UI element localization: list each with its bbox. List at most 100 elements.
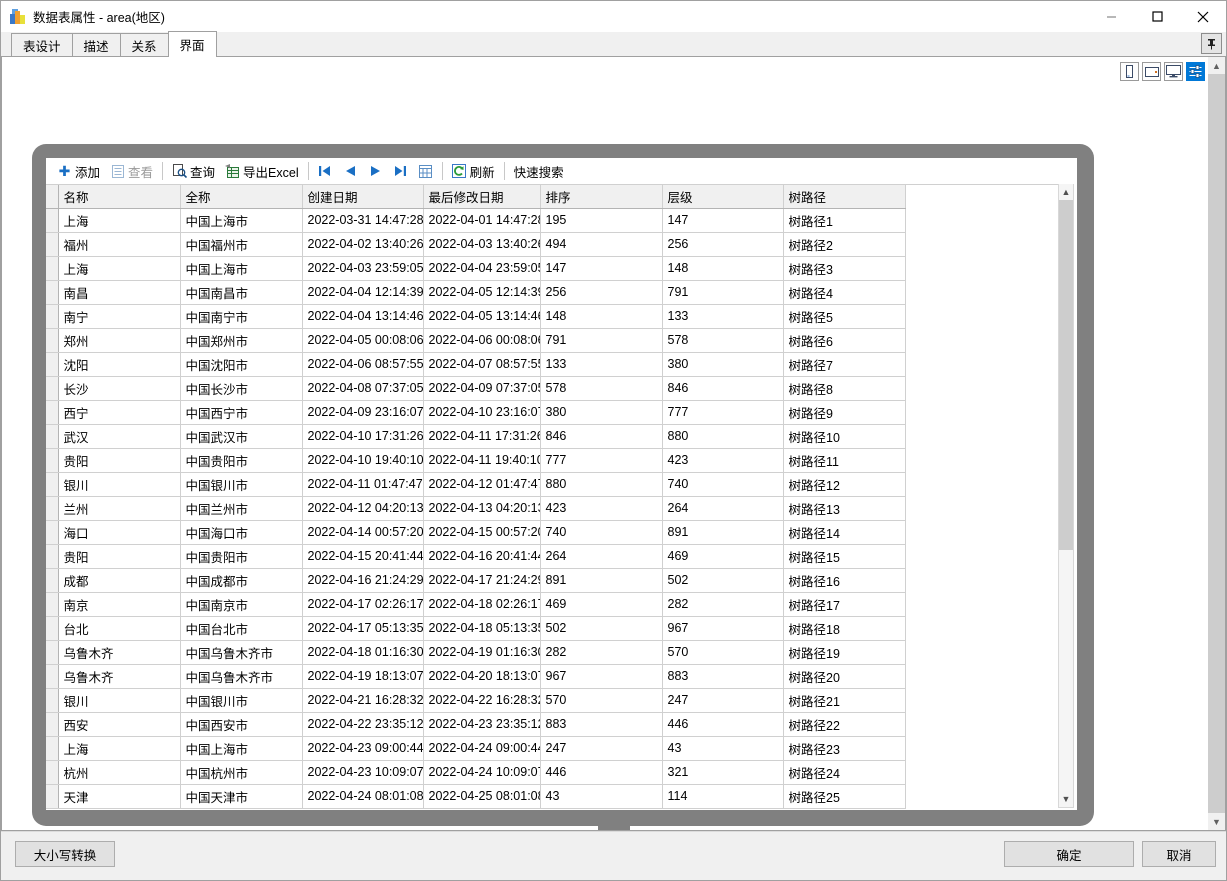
table-cell[interactable]: 中国海口市 [180, 520, 303, 545]
table-cell[interactable]: 502 [662, 568, 784, 593]
table-cell[interactable]: 282 [662, 592, 784, 617]
scroll-up-icon[interactable]: ▲ [1208, 57, 1225, 74]
table-cell[interactable]: 147 [662, 208, 784, 233]
table-cell[interactable]: 264 [662, 496, 784, 521]
table-cell[interactable]: 南宁 [58, 304, 181, 329]
table-cell[interactable]: 256 [662, 232, 784, 257]
table-cell[interactable]: 2022-04-01 14:47:28 [423, 208, 541, 233]
table-cell[interactable]: 740 [540, 520, 663, 545]
row-selector-cell[interactable] [46, 592, 59, 617]
table-cell[interactable]: 195 [540, 208, 663, 233]
table-cell[interactable]: 中国西宁市 [180, 400, 303, 425]
tablet-view-button[interactable] [1142, 62, 1161, 81]
table-row[interactable]: 上海 中国上海市 2022-04-23 09:00:44 2022-04-24 09:… [46, 736, 906, 761]
cancel-button[interactable]: 取消 [1142, 841, 1216, 867]
row-selector-cell[interactable] [46, 472, 59, 497]
table-cell[interactable]: 2022-04-16 20:41:44 [423, 544, 541, 569]
table-cell[interactable]: 中国南昌市 [180, 280, 303, 305]
table-cell[interactable]: 2022-04-05 13:14:46 [423, 304, 541, 329]
table-cell[interactable]: 256 [540, 280, 663, 305]
table-cell[interactable]: 树路径5 [783, 304, 906, 329]
row-selector-cell[interactable] [46, 328, 59, 353]
table-cell[interactable]: 777 [540, 448, 663, 473]
table-cell[interactable]: 树路径20 [783, 664, 906, 689]
column-header-level[interactable]: 层级 [662, 185, 784, 209]
table-cell[interactable]: 2022-04-03 13:40:26 [423, 232, 541, 257]
nav-first-button[interactable] [313, 160, 338, 182]
table-cell[interactable]: 2022-04-10 17:31:26 [302, 424, 424, 449]
table-cell[interactable]: 264 [540, 544, 663, 569]
tab-relations[interactable]: 关系 [119, 33, 169, 56]
table-cell[interactable]: 2022-04-24 08:01:08 [302, 784, 424, 809]
table-cell[interactable]: 883 [540, 712, 663, 737]
table-cell[interactable]: 2022-04-24 09:00:44 [423, 736, 541, 761]
row-selector-cell[interactable] [46, 784, 59, 809]
table-cell[interactable]: 2022-04-04 13:14:46 [302, 304, 424, 329]
tab-description[interactable]: 描述 [71, 33, 121, 56]
table-cell[interactable]: 2022-04-08 07:37:05 [302, 376, 424, 401]
table-cell[interactable]: 2022-04-17 02:26:17 [302, 592, 424, 617]
table-cell[interactable]: 2022-04-17 05:13:35 [302, 616, 424, 641]
minimize-icon[interactable] [1088, 1, 1134, 32]
table-cell[interactable]: 2022-04-05 00:08:06 [302, 328, 424, 353]
table-cell[interactable]: 长沙 [58, 376, 181, 401]
table-cell[interactable]: 423 [662, 448, 784, 473]
table-row[interactable]: 成都 中国成都市 2022-04-16 21:24:29 2022-04-17 21:… [46, 568, 906, 593]
table-cell[interactable]: 树路径7 [783, 352, 906, 377]
nav-prev-button[interactable] [338, 160, 363, 182]
table-cell[interactable]: 树路径2 [783, 232, 906, 257]
table-cell[interactable]: 2022-03-31 14:47:28 [302, 208, 424, 233]
table-cell[interactable]: 树路径1 [783, 208, 906, 233]
table-cell[interactable]: 银川 [58, 472, 181, 497]
table-cell[interactable]: 树路径24 [783, 760, 906, 785]
table-cell[interactable]: 西宁 [58, 400, 181, 425]
table-cell[interactable]: 2022-04-18 01:16:30 [302, 640, 424, 665]
table-cell[interactable]: 杭州 [58, 760, 181, 785]
table-cell[interactable]: 2022-04-02 13:40:26 [302, 232, 424, 257]
table-cell[interactable]: 43 [540, 784, 663, 809]
table-cell[interactable]: 2022-04-19 01:16:30 [423, 640, 541, 665]
table-cell[interactable]: 树路径11 [783, 448, 906, 473]
row-selector-cell[interactable] [46, 760, 59, 785]
table-cell[interactable]: 乌鲁木齐 [58, 640, 181, 665]
table-cell[interactable]: 2022-04-09 07:37:05 [423, 376, 541, 401]
row-selector-cell[interactable] [46, 232, 59, 257]
table-row[interactable]: 长沙 中国长沙市 2022-04-08 07:37:05 2022-04-09 07:… [46, 376, 906, 401]
column-header-created[interactable]: 创建日期 [302, 185, 424, 209]
table-row[interactable]: 上海 中国上海市 2022-03-31 14:47:28 2022-04-01 14:… [46, 208, 906, 233]
table-cell[interactable]: 2022-04-21 16:28:32 [302, 688, 424, 713]
page-size-button[interactable] [413, 160, 438, 182]
row-selector-cell[interactable] [46, 544, 59, 569]
tab-interface[interactable]: 界面 [167, 31, 217, 57]
row-selector-cell[interactable] [46, 448, 59, 473]
table-cell[interactable]: 树路径12 [783, 472, 906, 497]
row-selector-cell[interactable] [46, 208, 59, 233]
table-cell[interactable]: 天津 [58, 784, 181, 809]
table-row[interactable]: 贵阳 中国贵阳市 2022-04-15 20:41:44 2022-04-16 20:… [46, 544, 906, 569]
nav-next-button[interactable] [363, 160, 388, 182]
table-cell[interactable]: 2022-04-18 02:26:17 [423, 592, 541, 617]
table-cell[interactable]: 967 [540, 664, 663, 689]
row-selector-cell[interactable] [46, 376, 59, 401]
nav-last-button[interactable] [388, 160, 413, 182]
row-selector-cell[interactable] [46, 520, 59, 545]
table-cell[interactable]: 银川 [58, 688, 181, 713]
table-row[interactable]: 台北 中国台北市 2022-04-17 05:13:35 2022-04-18 05:… [46, 616, 906, 641]
table-row[interactable]: 兰州 中国兰州市 2022-04-12 04:20:13 2022-04-13 04:… [46, 496, 906, 521]
table-row[interactable]: 南宁 中国南宁市 2022-04-04 13:14:46 2022-04-05 13:… [46, 304, 906, 329]
table-cell[interactable]: 880 [662, 424, 784, 449]
table-cell[interactable]: 2022-04-09 23:16:07 [302, 400, 424, 425]
column-header-name[interactable]: 名称 [58, 185, 181, 209]
table-cell[interactable]: 2022-04-10 23:16:07 [423, 400, 541, 425]
row-selector-cell[interactable] [46, 688, 59, 713]
desktop-view-button[interactable] [1164, 62, 1183, 81]
table-cell[interactable]: 中国乌鲁木齐市 [180, 640, 303, 665]
table-row[interactable]: 天津 中国天津市 2022-04-24 08:01:08 2022-04-25 08:… [46, 784, 906, 809]
table-cell[interactable]: 武汉 [58, 424, 181, 449]
table-cell[interactable]: 2022-04-19 18:13:07 [302, 664, 424, 689]
table-cell[interactable]: 2022-04-22 16:28:32 [423, 688, 541, 713]
table-row[interactable]: 南昌 中国南昌市 2022-04-04 12:14:39 2022-04-05 12:… [46, 280, 906, 305]
table-cell[interactable]: 2022-04-23 10:09:07 [302, 760, 424, 785]
table-cell[interactable]: 147 [540, 256, 663, 281]
table-cell[interactable]: 树路径16 [783, 568, 906, 593]
